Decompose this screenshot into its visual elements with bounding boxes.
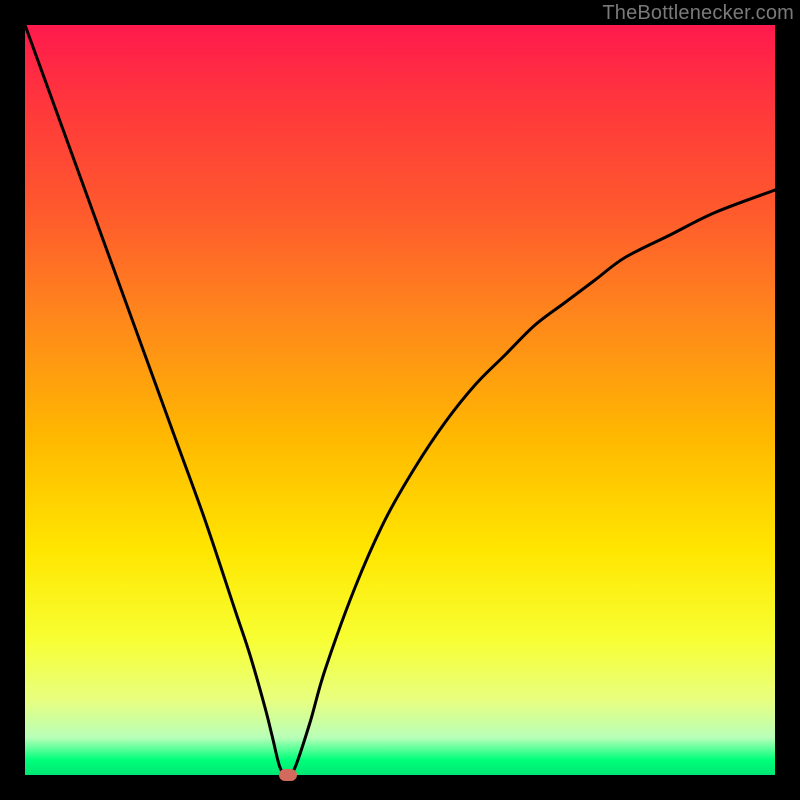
chart-frame: TheBottlenecker.com <box>0 0 800 800</box>
plot-area <box>25 25 775 775</box>
bottleneck-curve <box>25 25 775 775</box>
watermark-text: TheBottlenecker.com <box>602 2 794 25</box>
optimal-point-marker <box>279 769 297 781</box>
